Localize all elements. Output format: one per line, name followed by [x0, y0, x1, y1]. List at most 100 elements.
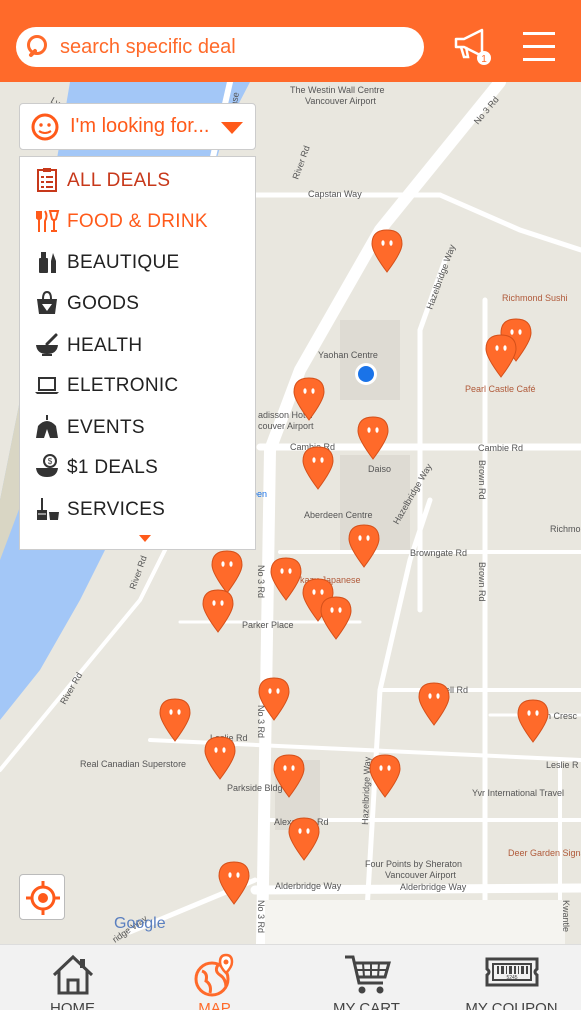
map-label: No 3 Rd	[256, 705, 266, 738]
map-label: River Rd	[58, 671, 84, 706]
mortar-pestle-icon	[36, 333, 58, 356]
map-label: Pearl Castle Café	[465, 384, 536, 394]
coupon-icon: 5245	[485, 957, 538, 987]
map-label: Brown Rd	[477, 460, 487, 500]
deal-pin[interactable]	[320, 596, 352, 640]
map-label: Alderbridge Way	[400, 882, 467, 892]
cosmetics-icon	[39, 252, 56, 273]
my-location-marker	[355, 363, 377, 385]
map-label: No 3 Rd	[256, 565, 266, 598]
map-label: Vancouver Airport	[385, 870, 456, 880]
coupon-code: 5245	[506, 975, 517, 981]
category-menu: ALL DEALS FOOD & DRINK BEAUTIQUE GOODS H…	[19, 156, 256, 550]
category-label: ELETRONIC	[67, 375, 179, 396]
map-label: Yvr International Travel	[472, 788, 564, 798]
deal-pin[interactable]	[211, 550, 243, 594]
filter-label: I'm looking for...	[70, 115, 210, 137]
deal-pin[interactable]	[204, 736, 236, 780]
deal-pin[interactable]	[302, 446, 334, 490]
category-events[interactable]: EVENTS	[20, 407, 255, 447]
map-label: Vancouver Airport	[305, 96, 376, 106]
fork-knife-glass-icon	[36, 210, 60, 232]
nav-coupon[interactable]: 5245 MY COUPON	[439, 945, 581, 1010]
map-label: Daiso	[368, 464, 391, 474]
category-services[interactable]: SERVICES	[20, 489, 255, 529]
search-input[interactable]: search specific deal	[16, 27, 424, 67]
crosshair-icon	[26, 881, 60, 915]
map-label: Cambie Rd	[478, 443, 523, 453]
deal-pin[interactable]	[485, 334, 517, 378]
cart-icon	[344, 955, 391, 994]
category-all-deals[interactable]: ALL DEALS	[20, 160, 255, 200]
top-bar: search specific deal 1	[0, 0, 581, 88]
announcements-button[interactable]: 1	[452, 26, 494, 71]
menu-button[interactable]	[523, 30, 555, 67]
map-label: Yaohan Centre	[318, 350, 378, 360]
deal-pin[interactable]	[218, 861, 250, 905]
chevron-down-icon	[221, 122, 243, 134]
more-categories-caret-icon[interactable]	[139, 535, 151, 542]
category-health[interactable]: HEALTH	[20, 325, 255, 365]
map-label: Brown Rd	[477, 562, 487, 602]
megaphone-icon: 1	[454, 28, 491, 65]
category-filter-dropdown[interactable]: I'm looking for...	[19, 103, 256, 150]
deal-pin[interactable]	[517, 699, 549, 743]
map-label: Hazelbridge Way	[424, 243, 457, 311]
map-label: Leslie R	[546, 760, 579, 770]
category-food-drink[interactable]: FOOD & DRINK	[20, 201, 255, 241]
map-label: Capstan Way	[308, 189, 362, 199]
map-label: Richmo	[550, 524, 581, 534]
deal-pin[interactable]	[371, 229, 403, 273]
deal-pin[interactable]	[270, 557, 302, 601]
search-placeholder: search specific deal	[60, 35, 236, 58]
nav-cart[interactable]: MY CART	[294, 945, 439, 1010]
map-label: Richmond Sushi	[502, 293, 568, 303]
category-label: HEALTH	[67, 335, 143, 356]
map-label: Real Canadian Superstore	[80, 759, 186, 769]
globe-pin-icon	[194, 953, 233, 997]
nav-home[interactable]: HOME	[0, 945, 145, 1010]
deal-pin[interactable]	[348, 524, 380, 568]
laptop-icon	[35, 377, 59, 394]
notification-count: 1	[481, 54, 487, 65]
map-label: The Westin Wall Centre	[290, 85, 385, 95]
map-label: Aberdeen Centre	[304, 510, 373, 520]
category-beautique[interactable]: BEAUTIQUE	[20, 242, 255, 282]
checklist-icon	[37, 168, 57, 192]
map-label: River Rd	[290, 144, 311, 180]
deal-pin[interactable]	[418, 682, 450, 726]
category-label: GOODS	[67, 293, 140, 314]
home-icon	[52, 954, 93, 995]
deal-pin[interactable]	[202, 589, 234, 633]
category-electronic[interactable]: ELETRONIC	[20, 365, 255, 405]
category-label: FOOD & DRINK	[67, 211, 208, 232]
deal-pin[interactable]	[159, 698, 191, 742]
deal-pin[interactable]	[357, 416, 389, 460]
nav-label: MY CART	[333, 1000, 400, 1010]
search-icon	[27, 35, 47, 57]
category-label: SERVICES	[67, 499, 166, 520]
category-dollar-deals[interactable]: $ $1 DEALS	[20, 447, 255, 487]
nav-label: MAP	[198, 1000, 231, 1010]
hamburger-icon	[523, 32, 555, 61]
nav-map[interactable]: MAP	[142, 945, 287, 1010]
map-label: Parker Place	[242, 620, 294, 630]
nav-label: MY COUPON	[465, 1000, 558, 1010]
dollar-bowl-icon: $	[36, 454, 58, 477]
category-label: EVENTS	[67, 417, 145, 438]
category-label: BEAUTIQUE	[67, 252, 180, 273]
smiley-icon	[31, 113, 59, 140]
google-logo: Google	[114, 915, 166, 932]
category-goods[interactable]: GOODS	[20, 283, 255, 323]
map-label: Deer Garden Signa	[508, 848, 581, 858]
locate-me-button[interactable]	[19, 874, 65, 920]
map-label: No 3 Rd	[256, 900, 266, 933]
map-label: couver Airport	[258, 421, 314, 431]
map-label: n Cresc	[546, 711, 578, 721]
deal-pin[interactable]	[288, 817, 320, 861]
map-label: Browngate Rd	[410, 548, 467, 558]
cleaning-icon	[37, 498, 59, 520]
circus-tent-icon	[36, 415, 58, 438]
map-label: Alderbridge Way	[275, 881, 342, 891]
category-label: $1 DEALS	[67, 457, 159, 478]
